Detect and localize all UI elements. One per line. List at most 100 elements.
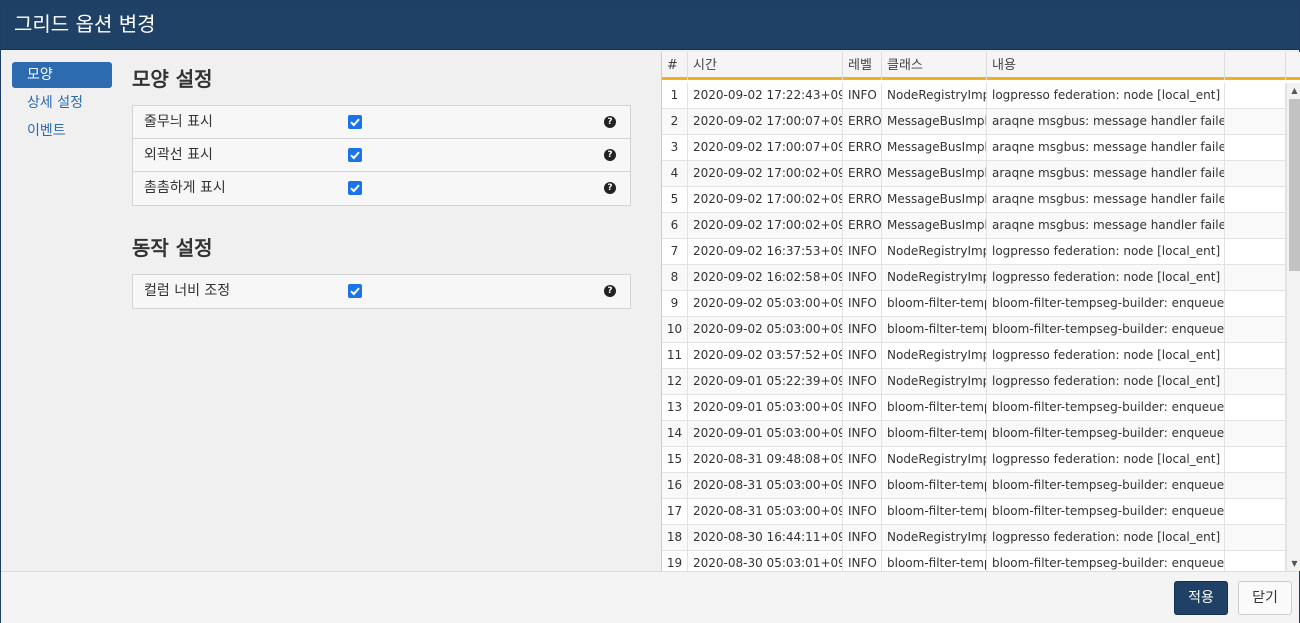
- dialog-footer: 적용 닫기: [1, 571, 1299, 623]
- table-row[interactable]: 112020-09-02 03:57:52+0900INFONodeRegist…: [662, 343, 1286, 369]
- arrow-up-icon[interactable]: ▲: [1287, 83, 1300, 98]
- options-nav: 모양 상세 설정 이벤트: [12, 62, 112, 146]
- settings-panel: 모양 설정 줄무늬 표시 ? 외곽선 표시 ? 촘촘하게 표시 ? 동작 설정 …: [132, 62, 631, 334]
- cell-level: INFO: [843, 369, 882, 395]
- cell-class: NodeRegistryImpl: [882, 369, 987, 395]
- table-row[interactable]: 12020-09-02 17:22:43+0900INFONodeRegistr…: [662, 83, 1286, 109]
- cell-time: 2020-08-31 05:03:00+0900: [688, 473, 843, 499]
- cell-level: INFO: [843, 499, 882, 525]
- cell-time: 2020-09-01 05:22:39+0900: [688, 369, 843, 395]
- cell-num: 16: [662, 473, 688, 499]
- table-row[interactable]: 172020-08-31 05:03:00+0900INFObloom-filt…: [662, 499, 1286, 525]
- cell-level: INFO: [843, 291, 882, 317]
- cell-num: 8: [662, 265, 688, 291]
- question-circle-icon[interactable]: ?: [604, 149, 616, 161]
- table-row[interactable]: 192020-08-30 05:03:01+0900INFObloom-filt…: [662, 551, 1286, 571]
- behavior-options: 컬럼 너비 조정 ?: [132, 274, 631, 309]
- table-row[interactable]: 182020-08-30 16:44:11+0900INFONodeRegist…: [662, 525, 1286, 551]
- table-row[interactable]: 22020-09-02 17:00:07+0900ERROMessageBusI…: [662, 109, 1286, 135]
- cell-time: 2020-09-02 16:37:53+0900: [688, 239, 843, 265]
- close-button[interactable]: 닫기: [1238, 581, 1292, 615]
- table-row[interactable]: 162020-08-31 05:03:00+0900INFObloom-filt…: [662, 473, 1286, 499]
- table-row[interactable]: 152020-08-31 09:48:08+0900INFONodeRegist…: [662, 447, 1286, 473]
- cell-time: 2020-08-31 09:48:08+0900: [688, 447, 843, 473]
- appearance-options: 줄무늬 표시 ? 외곽선 표시 ? 촘촘하게 표시 ?: [132, 105, 631, 206]
- cell-class: bloom-filter-tempse: [882, 395, 987, 421]
- table-row[interactable]: 32020-09-02 17:00:07+0900ERROMessageBusI…: [662, 135, 1286, 161]
- cell-filler: [1225, 395, 1286, 421]
- cell-num: 18: [662, 525, 688, 551]
- cell-filler: [1225, 551, 1286, 571]
- scrollbar-thumb[interactable]: [1289, 99, 1300, 271]
- cell-num: 4: [662, 161, 688, 187]
- cell-content: bloom-filter-tempseg-builder: enqueueing…: [987, 421, 1225, 447]
- cell-class: bloom-filter-tempse: [882, 291, 987, 317]
- cell-class: NodeRegistryImpl: [882, 265, 987, 291]
- border-checkbox[interactable]: [348, 148, 362, 162]
- cell-num: 14: [662, 421, 688, 447]
- table-row[interactable]: 122020-09-01 05:22:39+0900INFONodeRegist…: [662, 369, 1286, 395]
- column-header-time[interactable]: 시간: [688, 52, 843, 80]
- column-resize-checkbox[interactable]: [348, 284, 362, 298]
- cell-num: 2: [662, 109, 688, 135]
- cell-num: 10: [662, 317, 688, 343]
- column-header-level[interactable]: 레벨: [843, 52, 882, 80]
- table-row[interactable]: 142020-09-01 05:03:00+0900INFObloom-filt…: [662, 421, 1286, 447]
- option-row-border: 외곽선 표시 ?: [133, 139, 630, 172]
- option-label: 외곽선 표시: [144, 147, 213, 163]
- apply-button[interactable]: 적용: [1174, 581, 1228, 615]
- cell-num: 19: [662, 551, 688, 571]
- column-header-num[interactable]: #: [662, 52, 688, 80]
- nav-item-appearance[interactable]: 모양: [12, 62, 112, 88]
- arrow-down-icon[interactable]: ▼: [1287, 556, 1300, 571]
- cell-time: 2020-09-02 17:00:02+0900: [688, 187, 843, 213]
- grid-options-dialog: 그리드 옵션 변경 모양 상세 설정 이벤트 모양 설정 줄무늬 표시 ? 외곽…: [0, 0, 1300, 623]
- column-header-class[interactable]: 클래스: [882, 52, 987, 80]
- dialog-title: 그리드 옵션 변경: [1, 1, 1299, 50]
- cell-filler: [1225, 213, 1286, 239]
- cell-content: logpresso federation: node [local_ent] a…: [987, 369, 1225, 395]
- cell-filler: [1225, 499, 1286, 525]
- question-circle-icon[interactable]: ?: [604, 182, 616, 194]
- nav-item-advanced[interactable]: 상세 설정: [12, 90, 112, 116]
- cell-filler: [1225, 161, 1286, 187]
- table-row[interactable]: 92020-09-02 05:03:00+0900INFObloom-filte…: [662, 291, 1286, 317]
- cell-time: 2020-09-01 05:03:00+0900: [688, 395, 843, 421]
- cell-level: INFO: [843, 239, 882, 265]
- compact-checkbox[interactable]: [348, 181, 362, 195]
- cell-class: NodeRegistryImpl: [882, 343, 987, 369]
- checkbox-check-icon: [350, 118, 360, 127]
- cell-num: 5: [662, 187, 688, 213]
- striped-checkbox[interactable]: [348, 115, 362, 129]
- cell-class: bloom-filter-tempse: [882, 473, 987, 499]
- cell-num: 7: [662, 239, 688, 265]
- cell-filler: [1225, 525, 1286, 551]
- table-row[interactable]: 132020-09-01 05:03:00+0900INFObloom-filt…: [662, 395, 1286, 421]
- table-row[interactable]: 82020-09-02 16:02:58+0900INFONodeRegistr…: [662, 265, 1286, 291]
- cell-content: logpresso federation: node [local_ent] a…: [987, 265, 1225, 291]
- cell-filler: [1225, 265, 1286, 291]
- cell-filler: [1225, 239, 1286, 265]
- cell-filler: [1225, 473, 1286, 499]
- cell-num: 9: [662, 291, 688, 317]
- checkbox-check-icon: [350, 151, 360, 160]
- cell-time: 2020-09-02 17:00:07+0900: [688, 135, 843, 161]
- table-row[interactable]: 72020-09-02 16:37:53+0900INFONodeRegistr…: [662, 239, 1286, 265]
- table-row[interactable]: 62020-09-02 17:00:02+0900ERROMessageBusI…: [662, 213, 1286, 239]
- cell-num: 1: [662, 83, 688, 109]
- column-header-content[interactable]: 내용: [987, 52, 1225, 80]
- cell-num: 11: [662, 343, 688, 369]
- question-circle-icon[interactable]: ?: [604, 285, 616, 297]
- cell-time: 2020-09-02 17:22:43+0900: [688, 83, 843, 109]
- table-row[interactable]: 102020-09-02 05:03:00+0900INFObloom-filt…: [662, 317, 1286, 343]
- cell-class: bloom-filter-tempse: [882, 551, 987, 571]
- table-row[interactable]: 52020-09-02 17:00:02+0900ERROMessageBusI…: [662, 187, 1286, 213]
- vertical-scrollbar[interactable]: ▲ ▼: [1286, 83, 1300, 571]
- question-circle-icon[interactable]: ?: [604, 116, 616, 128]
- cell-num: 6: [662, 213, 688, 239]
- nav-item-events[interactable]: 이벤트: [12, 118, 112, 144]
- option-row-striped: 줄무늬 표시 ?: [133, 106, 630, 139]
- cell-time: 2020-08-31 05:03:00+0900: [688, 499, 843, 525]
- cell-content: bloom-filter-tempseg-builder: enqueueing…: [987, 291, 1225, 317]
- table-row[interactable]: 42020-09-02 17:00:02+0900ERROMessageBusI…: [662, 161, 1286, 187]
